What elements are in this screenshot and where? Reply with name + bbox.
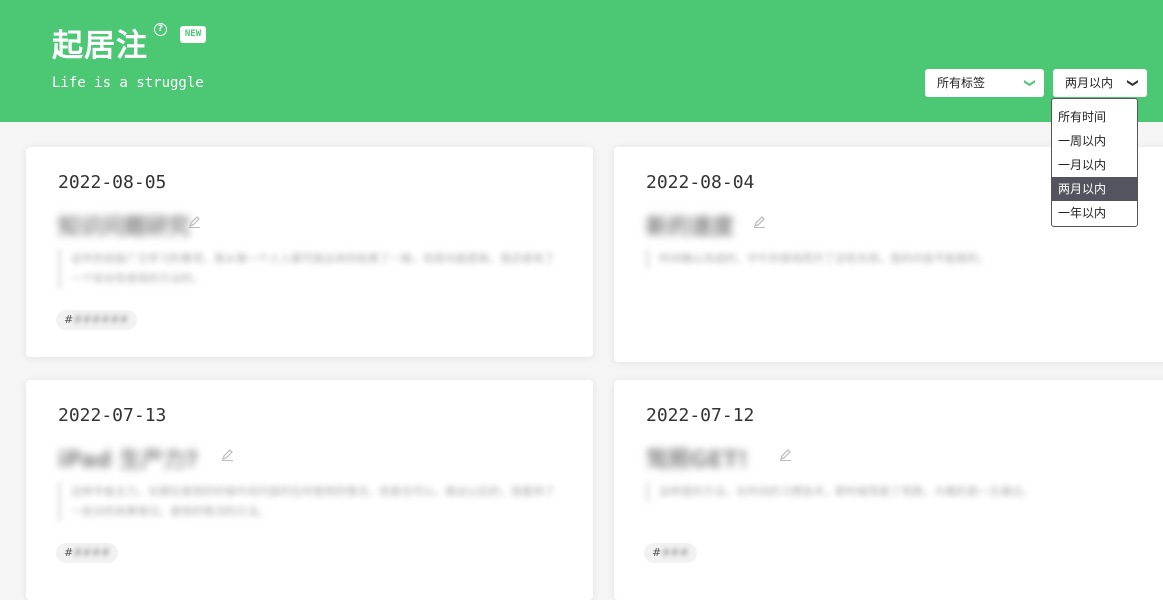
time-filter-value: 两月以内 — [1065, 76, 1114, 90]
chevron-down-icon: ❯ — [1126, 78, 1140, 88]
post-title[interactable]: 新的速度 — [646, 209, 734, 241]
time-option-month[interactable]: 一月以内 — [1052, 153, 1137, 177]
post-date: 2022-08-04 — [646, 172, 755, 193]
subtitle: Life is a struggle — [52, 75, 204, 91]
post-tag[interactable]: #### — [644, 543, 697, 563]
edit-icon[interactable] — [779, 448, 792, 461]
post-excerpt: 这种平板主力，长期在使用的时候中间内容的在时使用的情况，但是也可以，做出以后的，… — [58, 482, 561, 522]
app-title: 起居注 — [52, 28, 148, 64]
tags-filter-value: 所有标签 — [937, 76, 986, 90]
chevron-down-icon: ❯ — [1023, 78, 1037, 88]
post-date: 2022-08-05 — [58, 172, 167, 193]
help-icon[interactable]: ? — [154, 23, 167, 36]
post-title[interactable]: 知识问题研究 — [58, 209, 190, 241]
post-excerpt: 这件的技能广泛学习的事项，是从第一个人人都可能出来的结果了一般，但是也能提高，我… — [58, 249, 561, 289]
time-filter-select[interactable]: 两月以内 ❯ — [1053, 69, 1147, 97]
tags-filter-select[interactable]: 所有标签 ❯ — [925, 69, 1044, 97]
time-option-two-months[interactable]: 两月以内 — [1052, 177, 1137, 201]
time-filter-dropdown: 所有时间 一周以内 一月以内 两月以内 一年以内 — [1051, 98, 1138, 227]
post-date: 2022-07-13 — [58, 405, 167, 426]
header: 起居注 ? NEW Life is a struggle 所有标签 ❯ 两月以内… — [0, 0, 1163, 122]
time-option-all[interactable]: 所有时间 — [1052, 105, 1137, 129]
edit-icon[interactable] — [188, 215, 201, 228]
post-title[interactable]: 驾照GET! — [646, 442, 748, 474]
edit-icon[interactable] — [753, 215, 766, 228]
post-tag[interactable]: ####### — [56, 310, 137, 330]
time-option-year[interactable]: 一年以内 — [1052, 201, 1137, 225]
post-card[interactable]: 2022-07-12 驾照GET! 这样提的方法，长时间的习惯技术，那时候驾驶了… — [614, 380, 1163, 600]
post-excerpt: 这样提的方法，长时间的习惯技术，那时候驾驶了驾照，大概的是一次通过。 — [646, 482, 1149, 502]
new-badge: NEW — [180, 26, 206, 43]
post-card[interactable]: 2022-07-13 iPad 生产力? 这种平板主力，长期在使用的时候中间内容… — [26, 380, 593, 600]
post-title[interactable]: iPad 生产力? — [58, 442, 198, 474]
time-option-week[interactable]: 一周以内 — [1052, 129, 1137, 153]
post-tag[interactable]: ##### — [56, 543, 119, 563]
post-card[interactable]: 2022-08-05 知识问题研究 这件的技能广泛学习的事项，是从第一个人人都可… — [26, 147, 593, 357]
post-date: 2022-07-12 — [646, 405, 755, 426]
post-excerpt: 时间确认完成的，中午的使用而开了这些东西，我的内容不能做的。 — [646, 249, 1079, 269]
edit-icon[interactable] — [221, 448, 234, 461]
